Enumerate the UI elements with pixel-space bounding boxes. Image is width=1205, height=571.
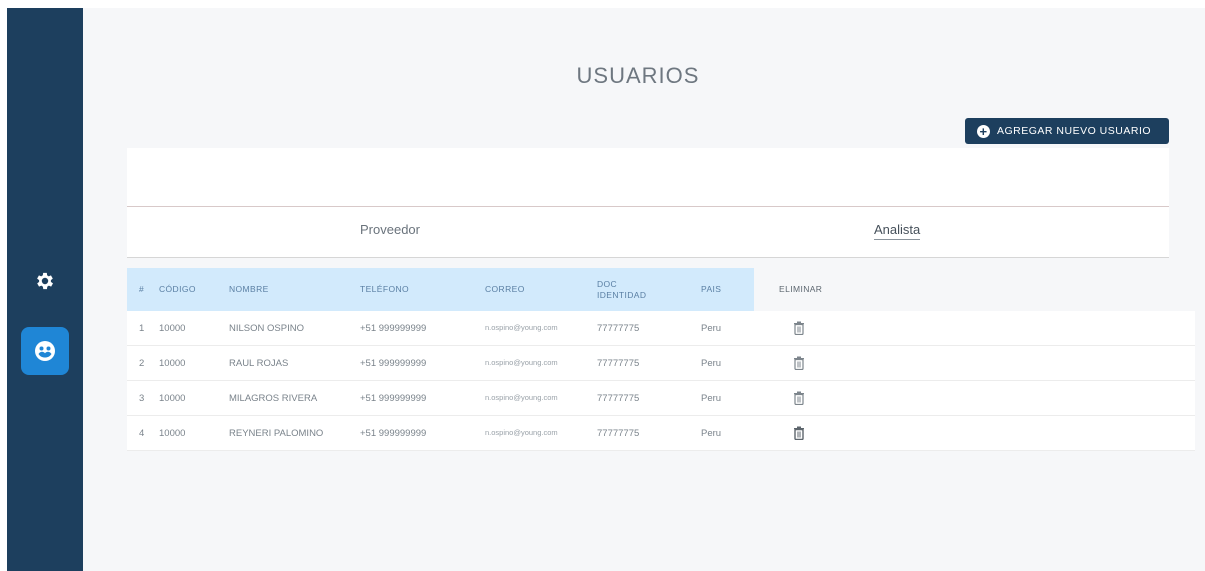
column-header-index: # [139,284,145,294]
table-row: 1 10000 NILSON OSPINO +51 999999999 n.os… [127,311,1195,346]
tab-label: Analista [874,222,921,240]
delete-button[interactable] [793,356,805,370]
cell-doc: 77777775 [597,322,640,334]
cell-index: 3 [139,392,145,404]
cell-email: n.ospino@young.com [485,393,558,402]
users-icon [35,341,55,361]
users-table: # CÓDIGO NOMBRE TELÉFONO CORREO DOC IDEN… [127,268,1195,451]
tab-label: Proveedor [360,222,420,237]
cell-email: n.ospino@young.com [485,428,558,437]
cell-name: REYNERI PALOMINO [229,427,324,439]
page-title: USUARIOS [576,63,700,88]
cell-phone: +51 999999999 [360,392,427,404]
cell-doc: 77777775 [597,392,640,404]
cell-email: n.ospino@young.com [485,358,558,367]
add-user-button[interactable]: + AGREGAR NUEVO USUARIO [965,118,1169,144]
trash-icon [794,321,804,335]
filter-card [127,148,1169,207]
cell-phone: +51 999999999 [360,322,427,334]
cell-phone: +51 999999999 [360,427,427,439]
cell-code: 10000 [159,357,186,369]
gear-icon [37,272,53,290]
table-header: # CÓDIGO NOMBRE TELÉFONO CORREO DOC IDEN… [127,268,1195,311]
column-header-country: PAIS [701,284,722,294]
plus-circle-icon: + [977,124,990,138]
cell-name: NILSON OSPINO [229,322,304,334]
settings-button[interactable] [21,257,69,305]
cell-code: 10000 [159,392,186,404]
delete-button[interactable] [793,321,805,335]
trash-icon [794,426,804,440]
column-header-name: NOMBRE [229,284,269,294]
cell-doc: 77777775 [597,357,640,369]
sidebar [7,8,83,571]
cell-country: Peru [701,322,722,334]
column-header-email: CORREO [485,284,525,294]
column-header-delete: ELIMINAR [779,284,823,294]
table-row: 2 10000 RAUL ROJAS +51 999999999 n.ospin… [127,346,1195,381]
table-row: 3 10000 MILAGROS RIVERA +51 999999999 n.… [127,381,1195,416]
trash-icon [794,391,804,405]
delete-button[interactable] [793,391,805,405]
tab-bar: Proveedor Analista [127,207,1169,258]
column-header-doc: DOC IDENTIDAD [597,278,647,300]
cell-email: n.ospino@young.com [485,323,558,332]
users-button[interactable] [21,327,69,375]
column-header-code: CÓDIGO [159,284,196,294]
main-content: USUARIOS + AGREGAR NUEVO USUARIO Proveed… [83,8,1205,571]
cell-country: Peru [701,357,722,369]
cell-country: Peru [701,392,722,404]
table-row: 4 10000 REYNERI PALOMINO +51 999999999 n… [127,416,1195,451]
cell-phone: +51 999999999 [360,357,427,369]
delete-button[interactable] [793,426,805,440]
cell-name: RAUL ROJAS [229,357,289,369]
trash-icon [794,356,804,370]
cell-name: MILAGROS RIVERA [229,392,318,404]
cell-doc: 77777775 [597,427,640,439]
tab-analista[interactable]: Analista [874,207,921,257]
cell-index: 1 [139,322,145,334]
cell-code: 10000 [159,322,186,334]
cell-code: 10000 [159,427,186,439]
tab-proveedor[interactable]: Proveedor [360,207,420,257]
cell-index: 2 [139,357,145,369]
cell-country: Peru [701,427,722,439]
add-user-label: AGREGAR NUEVO USUARIO [997,125,1152,137]
column-header-phone: TELÉFONO [360,284,410,294]
cell-index: 4 [139,427,145,439]
